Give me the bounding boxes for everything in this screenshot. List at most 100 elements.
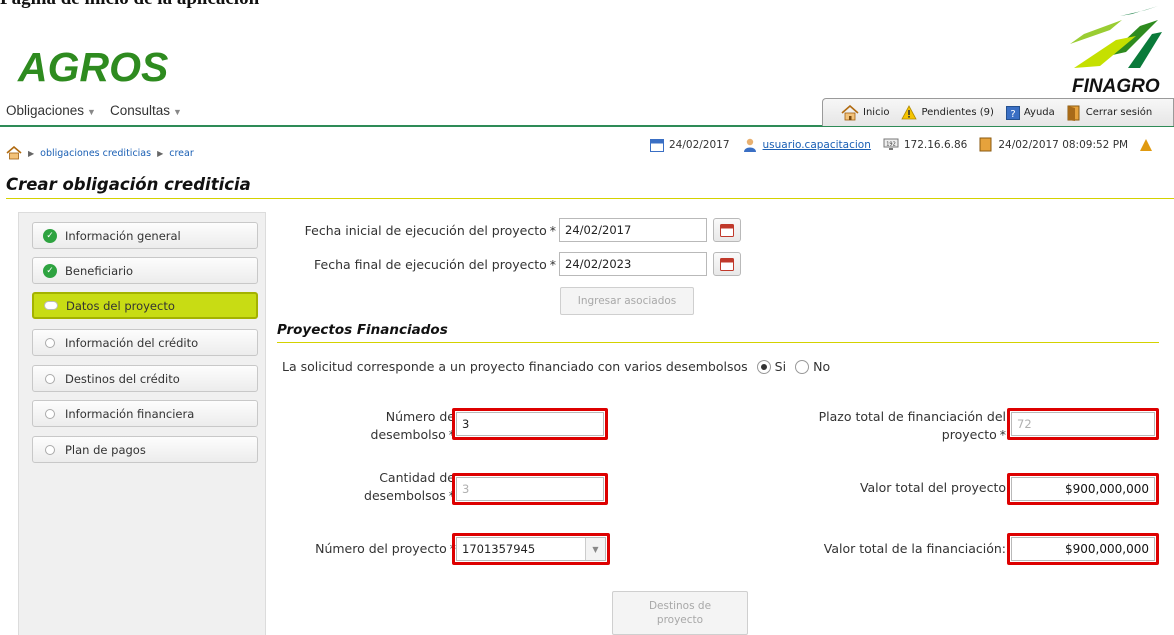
fecha-inicial-calendar-button[interactable] xyxy=(713,218,741,242)
pendientes-link[interactable]: Pendientes (9) xyxy=(901,105,994,120)
main-menu: Obligaciones ▼ Consultas ▼ xyxy=(6,103,182,118)
question-text: La solicitud corresponde a un proyecto f… xyxy=(282,359,748,374)
status-date-text: 24/02/2017 xyxy=(669,138,730,151)
breadcrumb-crear[interactable]: crear xyxy=(169,148,194,159)
status-datetime: 24/02/2017 08:09:52 PM xyxy=(979,137,1128,152)
circle-icon xyxy=(45,337,55,348)
document-heading: Página de inicio de la aplicación xyxy=(0,0,259,10)
radio-si[interactable] xyxy=(756,359,771,374)
home-icon xyxy=(841,104,859,120)
circle-icon xyxy=(45,408,55,419)
svg-text:?: ? xyxy=(1010,109,1015,120)
step-plan-de-pagos[interactable]: Plan de pagos xyxy=(32,436,258,463)
circle-icon xyxy=(45,373,55,384)
status-ip: 192 172.16.6.86 xyxy=(883,138,967,151)
network-icon: 192 xyxy=(883,138,899,150)
help-icon: ? xyxy=(1005,105,1020,120)
step-destinos-del-credito[interactable]: Destinos del crédito xyxy=(32,365,258,392)
inicio-link[interactable]: Inicio xyxy=(841,104,890,121)
calendar-icon xyxy=(650,138,664,152)
cerrar-sesion-link[interactable]: Cerrar sesión xyxy=(1067,105,1152,121)
numero-desembolso-input[interactable]: 3 xyxy=(456,412,604,436)
required-mark: * xyxy=(999,427,1006,442)
section-divider xyxy=(277,342,1159,343)
proyectos-financiados-title: Proyectos Financiados xyxy=(277,322,448,338)
current-step-icon xyxy=(44,301,58,310)
svg-text:192: 192 xyxy=(886,142,896,148)
step-label: Datos del proyecto xyxy=(66,298,175,313)
calendar-icon xyxy=(720,224,734,237)
numero-desembolso-label: Número de desembolso * xyxy=(300,408,455,444)
radio-no[interactable] xyxy=(795,359,810,374)
fecha-inicial-label: Fecha inicial de ejecución del proyecto * xyxy=(270,222,556,240)
step-informacion-del-credito[interactable]: Información del crédito xyxy=(32,329,258,356)
step-datos-del-proyecto[interactable]: Datos del proyecto xyxy=(32,292,258,319)
step-label: Beneficiario xyxy=(65,263,134,278)
home-icon[interactable] xyxy=(6,146,22,160)
plazo-total-input[interactable]: 72 xyxy=(1011,412,1155,436)
breadcrumb-separator-icon: ▶ xyxy=(28,148,35,158)
inicio-label: Inicio xyxy=(863,107,890,118)
valor-total-proyecto-input[interactable]: $900,000,000 xyxy=(1011,477,1155,501)
user-link[interactable]: usuario.capacitacion xyxy=(763,139,871,151)
required-mark: * xyxy=(448,427,455,442)
check-icon: ✓ xyxy=(43,263,57,278)
step-label: Información general xyxy=(65,228,181,243)
ingresar-asociados-button[interactable]: Ingresar asociados xyxy=(560,287,694,315)
check-icon: ✓ xyxy=(43,228,57,243)
required-mark: * xyxy=(549,257,556,272)
menu-consultas[interactable]: Consultas ▼ xyxy=(110,103,182,118)
utility-bar: Inicio Pendientes (9) ? Ayuda Cerrar ses… xyxy=(822,98,1174,126)
step-label: Información del crédito xyxy=(65,335,199,350)
status-ip-text: 172.16.6.86 xyxy=(903,138,968,151)
destinos-button-line1: Destinos de xyxy=(648,600,712,612)
chevron-down-icon: ▼ xyxy=(173,107,182,117)
step-label: Información financiera xyxy=(65,406,195,421)
breadcrumb-obligaciones[interactable]: obligaciones crediticias xyxy=(40,148,151,159)
numero-desembolso-label-line1: Número de xyxy=(385,409,455,424)
user-icon xyxy=(743,138,756,152)
required-mark: * xyxy=(549,223,556,238)
plazo-total-label-line2: proyecto xyxy=(941,427,997,442)
page-title: Crear obligación crediticia xyxy=(6,175,251,194)
numero-proyecto-select[interactable]: 1701357945 xyxy=(456,537,606,561)
menu-obligaciones-label: Obligaciones xyxy=(6,103,85,118)
fecha-inicial-label-text: Fecha inicial de ejecución del proyecto xyxy=(304,223,547,238)
required-mark: * xyxy=(448,488,455,503)
step-informacion-general[interactable]: ✓ Información general xyxy=(32,222,258,249)
step-label: Plan de pagos xyxy=(65,442,146,457)
step-beneficiario[interactable]: ✓ Beneficiario xyxy=(32,257,258,284)
fecha-final-calendar-button[interactable] xyxy=(713,252,741,276)
step-informacion-financiera[interactable]: Información financiera xyxy=(32,400,258,427)
fecha-final-label-text: Fecha final de ejecución del proyecto xyxy=(314,257,547,272)
cantidad-desembolsos-label: Cantidad de desembolsos * xyxy=(300,469,455,505)
destinos-de-proyecto-button[interactable]: Destinos de proyecto xyxy=(612,591,748,635)
fecha-inicial-input[interactable]: 24/02/2017 xyxy=(559,218,707,242)
title-divider xyxy=(6,198,1174,199)
door-icon xyxy=(979,137,992,152)
ayuda-label: Ayuda xyxy=(1023,107,1055,118)
status-date: 24/02/2017 xyxy=(650,138,730,152)
menu-obligaciones[interactable]: Obligaciones ▼ xyxy=(6,103,96,118)
step-label: Destinos del crédito xyxy=(65,371,180,386)
breadcrumb-separator-icon: ▶ xyxy=(157,148,164,158)
status-bar: 24/02/2017 usuario.capacitacion 192 172.… xyxy=(650,137,1153,152)
plazo-total-label-line1: Plazo total de financiación del xyxy=(818,409,1006,424)
varios-desembolsos-question: La solicitud corresponde a un proyecto f… xyxy=(282,359,830,374)
warning-icon xyxy=(1140,138,1153,151)
cantidad-desembolsos-input[interactable]: 3 xyxy=(456,477,604,501)
menu-consultas-label: Consultas xyxy=(109,103,171,118)
circle-icon xyxy=(45,444,55,455)
finagro-wordmark: FINAGRO xyxy=(1072,76,1160,97)
numero-proyecto-label-text: Número del proyecto xyxy=(315,541,447,556)
cantidad-desembolsos-label-line1: Cantidad de xyxy=(379,470,455,485)
valor-total-financiacion-input[interactable]: $900,000,000 xyxy=(1011,537,1155,561)
valor-total-proyecto-label: Valor total del proyecto xyxy=(859,480,1006,495)
fecha-final-input[interactable]: 24/02/2023 xyxy=(559,252,707,276)
status-user: usuario.capacitacion xyxy=(742,138,871,152)
chevron-down-icon[interactable]: ▼ xyxy=(585,538,605,560)
numero-proyecto-label: Número del proyecto * xyxy=(270,540,456,558)
ayuda-link[interactable]: ? Ayuda xyxy=(1005,105,1055,120)
radio-si-label: Si xyxy=(774,359,787,374)
plazo-total-label: Plazo total de financiación del proyecto… xyxy=(770,408,1006,444)
